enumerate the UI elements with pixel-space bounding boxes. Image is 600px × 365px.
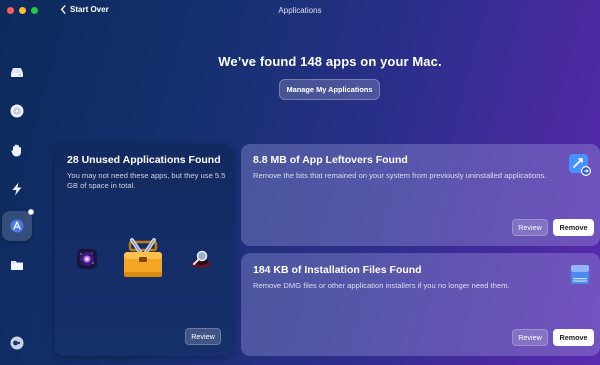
unused-apps-description: You may not need these apps, but they us… bbox=[67, 171, 226, 190]
install-files-remove-button[interactable]: Remove bbox=[553, 329, 594, 346]
manage-applications-button[interactable]: Manage My Applications bbox=[279, 79, 380, 100]
unused-apps-card: 28 Unused Applications Found You may not… bbox=[55, 144, 233, 356]
toggle-icon bbox=[10, 336, 24, 350]
installation-files-card: 184 KB of Installation Files Found Remov… bbox=[241, 253, 600, 356]
apps-found-headline: We’ve found 148 apps on your Mac. bbox=[218, 54, 442, 69]
install-files-description: Remove DMG files or other application in… bbox=[253, 281, 510, 290]
magnifier-app-icon bbox=[191, 250, 211, 268]
disk-image-icon bbox=[571, 265, 589, 284]
app-leftovers-card: 8.8 MB of App Leftovers Found Remove the… bbox=[241, 144, 600, 246]
unused-apps-title: 28 Unused Applications Found bbox=[67, 154, 221, 166]
sidebar-item-speed[interactable] bbox=[4, 176, 30, 202]
leftovers-remove-button[interactable]: Remove bbox=[553, 219, 594, 236]
shield-icon bbox=[10, 104, 24, 118]
install-files-title: 184 KB of Installation Files Found bbox=[253, 264, 422, 276]
sidebar-item-files[interactable] bbox=[4, 252, 30, 278]
install-files-review-button[interactable]: Review bbox=[512, 329, 548, 346]
leftovers-description: Remove the bits that remained on your sy… bbox=[253, 171, 547, 180]
sidebar-item-settings[interactable] bbox=[4, 330, 30, 356]
sidebar-item-protection[interactable] bbox=[4, 98, 30, 124]
sidebar-item-privacy[interactable] bbox=[4, 137, 30, 163]
sidebar bbox=[0, 50, 34, 365]
lightning-icon bbox=[12, 182, 22, 196]
window-title: Applications bbox=[278, 6, 322, 15]
leftovers-title: 8.8 MB of App Leftovers Found bbox=[253, 154, 408, 166]
app-leftovers-icon bbox=[569, 154, 591, 176]
leftovers-review-button[interactable]: Review bbox=[512, 219, 548, 236]
sidebar-item-applications[interactable] bbox=[2, 209, 34, 241]
toolbox-icon bbox=[124, 238, 162, 277]
galaxy-app-icon bbox=[77, 249, 97, 269]
hand-icon bbox=[11, 144, 21, 157]
unused-apps-review-button[interactable]: Review bbox=[185, 328, 221, 345]
applications-icon bbox=[10, 219, 24, 233]
folder-icon bbox=[11, 261, 23, 270]
notification-badge bbox=[28, 209, 34, 215]
